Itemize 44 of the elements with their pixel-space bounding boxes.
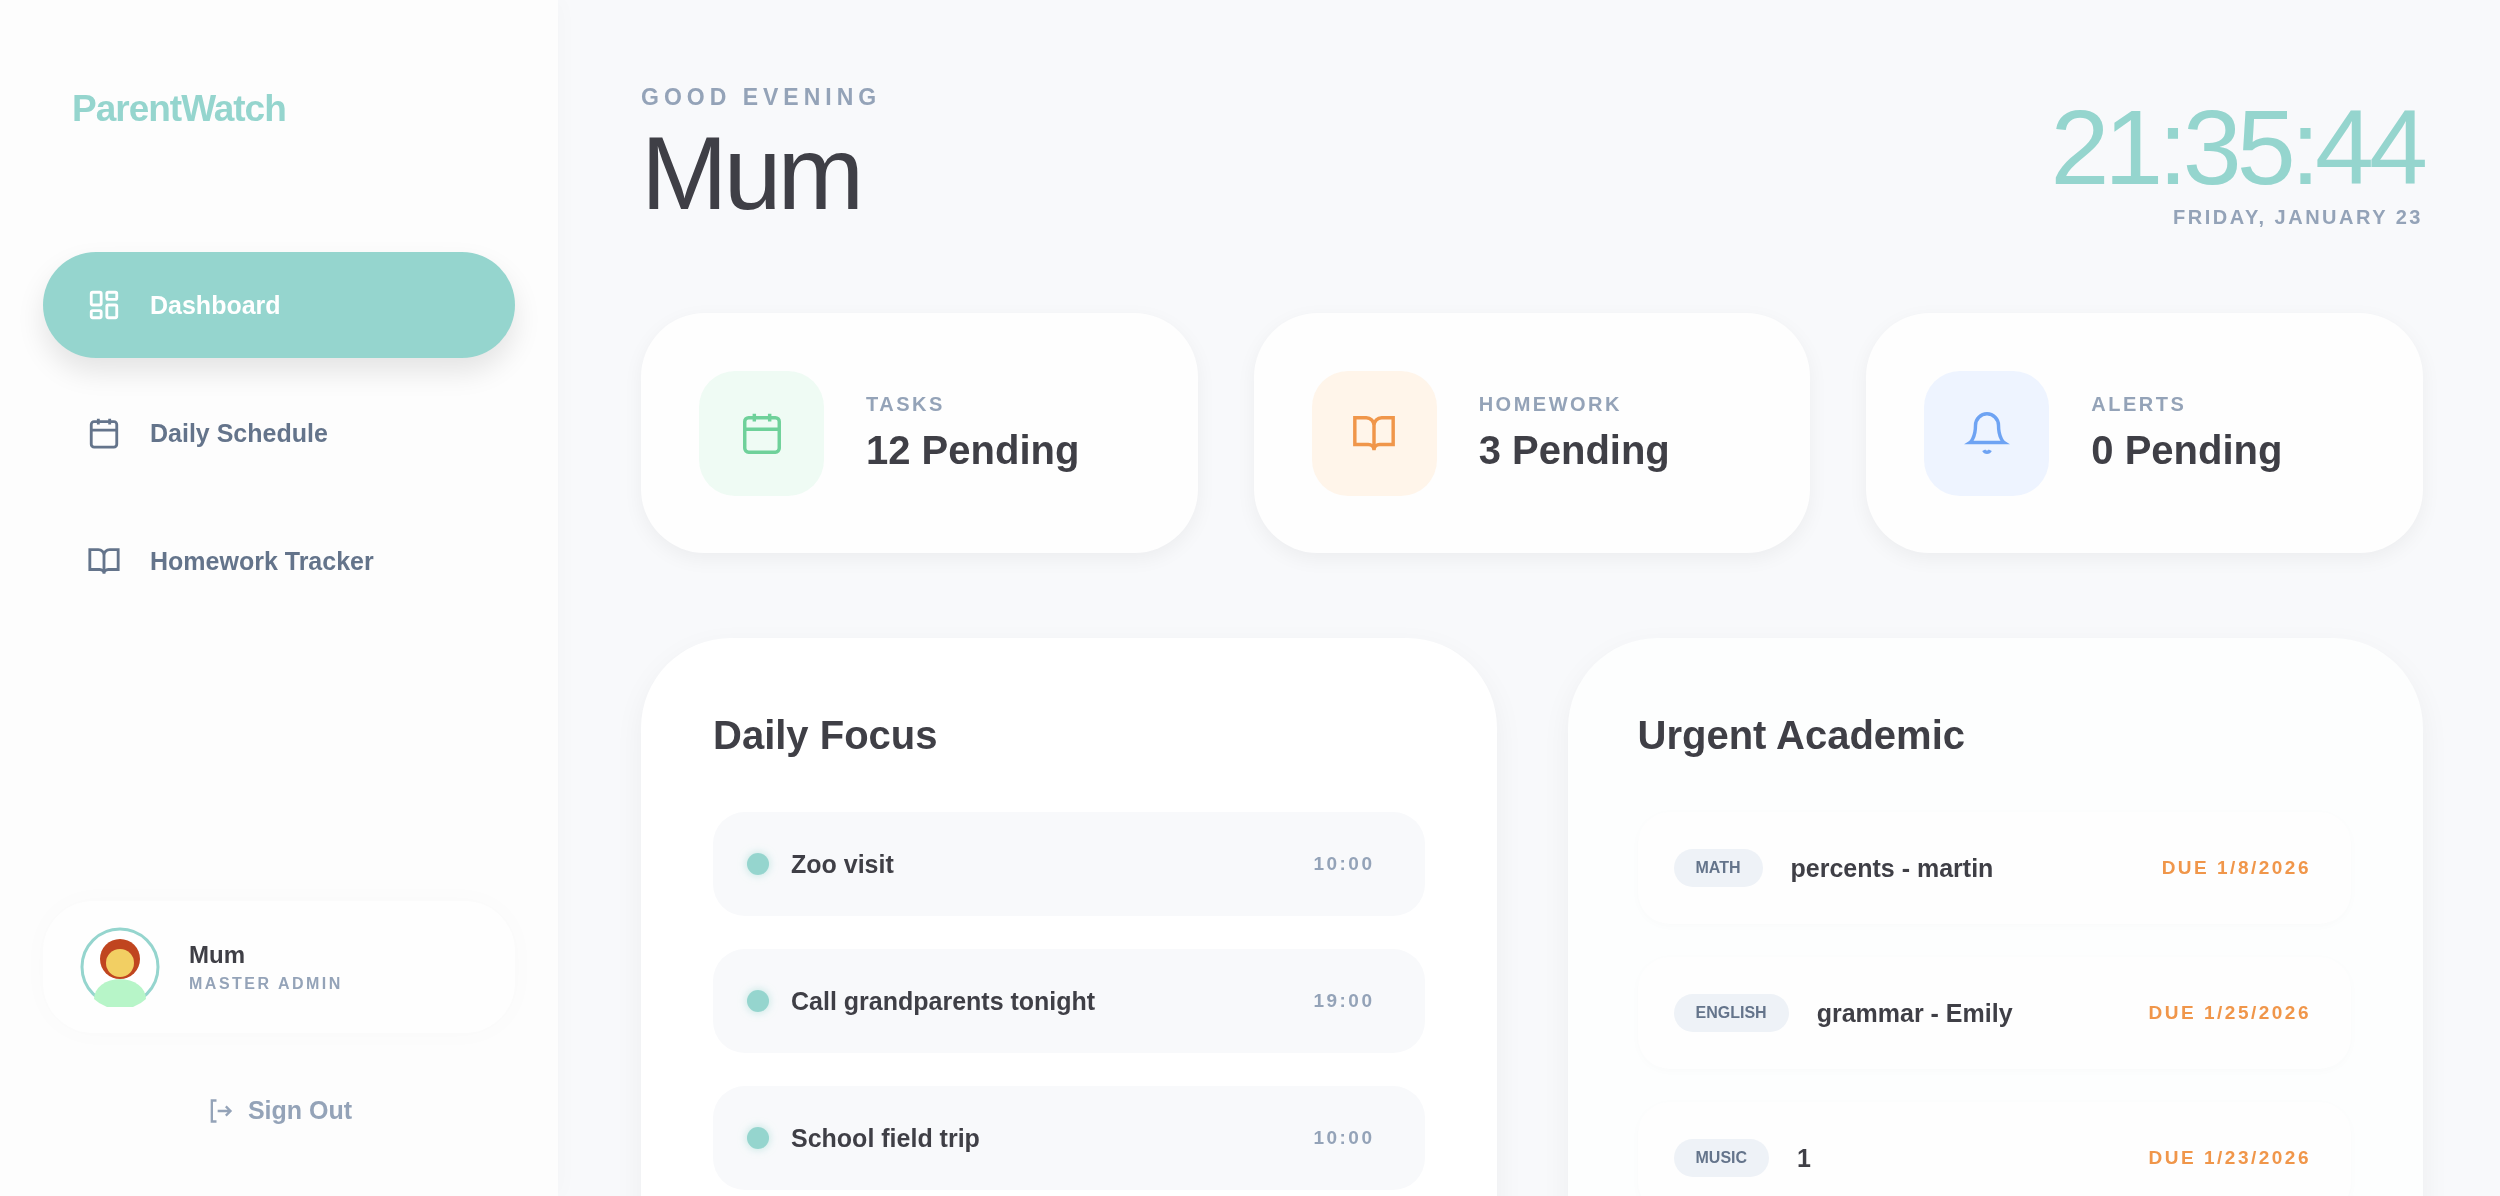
subject-tag: MATH xyxy=(1673,849,1763,887)
stat-label: TASKS xyxy=(866,393,945,416)
homework-title: 1 xyxy=(1797,1143,1812,1173)
stat-value: 3 Pending xyxy=(1478,428,1670,473)
focus-item[interactable]: School field trip 10:00 xyxy=(713,1086,1425,1190)
profile-role: MASTER ADMIN xyxy=(189,975,343,993)
bell-icon xyxy=(1924,370,2050,496)
focus-item[interactable]: Zoo visit 10:00 xyxy=(713,812,1425,916)
avatar-icon xyxy=(80,927,160,1007)
clock: 21:35:44 xyxy=(2050,94,2423,200)
card-title: Daily Focus xyxy=(713,713,939,758)
user-name: Mum xyxy=(641,119,861,229)
date: FRIDAY, JANUARY 23 xyxy=(2173,206,2423,229)
stat-label: ALERTS xyxy=(2091,393,2187,416)
subject-tag: MUSIC xyxy=(1673,1139,1770,1177)
focus-title: Zoo visit xyxy=(791,849,895,879)
status-dot xyxy=(747,1127,769,1149)
profile-name: Mum xyxy=(189,941,245,969)
stat-label: HOMEWORK xyxy=(1478,393,1622,416)
due-date: DUE 1/8/2026 xyxy=(2161,857,2311,879)
homework-title: percents - martin xyxy=(1790,853,1995,883)
calendar-icon xyxy=(699,370,824,496)
focus-title: School field trip xyxy=(791,1123,981,1153)
stat-value: 0 Pending xyxy=(2091,428,2283,473)
nav-item[interactable]: Homework Tracker xyxy=(43,508,515,614)
subject-tag: ENGLISH xyxy=(1673,994,1789,1032)
book-icon xyxy=(1311,370,1437,496)
grid-icon xyxy=(87,288,121,322)
focus-item[interactable]: Call grandparents tonight 19:00 xyxy=(713,949,1425,1053)
calendar-icon xyxy=(87,416,121,450)
card-title: Urgent Academic xyxy=(1637,713,1966,758)
focus-time: 10:00 xyxy=(1313,853,1375,875)
focus-time: 10:00 xyxy=(1313,1127,1375,1149)
app-logo: ParentWatch xyxy=(72,88,286,130)
focus-title: Call grandparents tonight xyxy=(791,986,1097,1016)
status-dot xyxy=(747,990,769,1012)
nav-item[interactable]: Daily Schedule xyxy=(43,380,515,486)
focus-time: 19:00 xyxy=(1313,990,1375,1012)
homework-title: grammar - Emily xyxy=(1816,998,2014,1028)
stat-value: 12 Pending xyxy=(866,428,1080,473)
greeting: GOOD EVENING xyxy=(641,84,882,111)
status-dot xyxy=(747,853,769,875)
due-date: DUE 1/25/2026 xyxy=(2148,1002,2311,1024)
due-date: DUE 1/23/2026 xyxy=(2148,1147,2311,1169)
